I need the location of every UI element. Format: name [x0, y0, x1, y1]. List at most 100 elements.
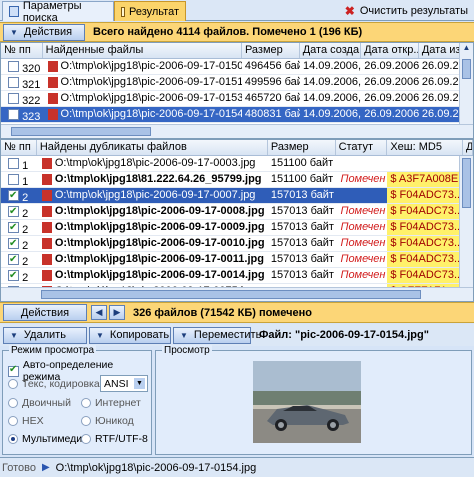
- table-row[interactable]: 323 O:\tmp\ok\jpg18\pic-2006-09-17-0154.j…: [1, 107, 473, 123]
- rtf-radio[interactable]: RTF/UTF-8: [81, 433, 148, 445]
- found-horizontal-scrollbar[interactable]: [1, 124, 473, 138]
- row-checkbox[interactable]: [8, 109, 19, 120]
- table-row[interactable]: 2 O:\tmp\ok\jpg18\pic-2006-09-17-0011.jpg…: [1, 252, 473, 268]
- jpg-file-icon: [41, 270, 52, 281]
- tab-search-params[interactable]: Параметры поиска: [2, 0, 114, 24]
- row-status: Помечен: [340, 269, 386, 281]
- binary-label: Двоичный: [22, 397, 71, 409]
- dup-horizontal-scrollbar[interactable]: [1, 287, 473, 301]
- col-num[interactable]: № пп: [1, 43, 43, 58]
- radio-icon: [81, 434, 91, 444]
- next-group-button[interactable]: ▶: [109, 305, 125, 320]
- col-found-files[interactable]: Найденные файлы: [43, 43, 242, 58]
- move-button[interactable]: ▼ Переместить: [173, 326, 261, 344]
- unicode-radio[interactable]: Юникод: [81, 415, 134, 427]
- row-size: 157013 байт: [270, 205, 334, 217]
- row-checkbox[interactable]: [8, 93, 19, 104]
- row-checkbox[interactable]: [8, 188, 19, 203]
- scroll-thumb[interactable]: [462, 158, 471, 208]
- scroll-thumb[interactable]: [41, 290, 421, 299]
- file-toolbar: ▼ Удалить ▼ Копировать ▼ Переместить Фай…: [0, 324, 474, 346]
- scroll-thumb[interactable]: [11, 127, 151, 136]
- col-status[interactable]: Статут: [336, 140, 388, 155]
- copy-button[interactable]: ▼ Копировать: [89, 326, 171, 344]
- col-created[interactable]: Дата созда...: [300, 43, 362, 58]
- row-hash: [387, 156, 463, 171]
- col-num[interactable]: № пп: [1, 140, 37, 155]
- table-row[interactable]: 2 O:\tmp\ok\jpg18\pic-2006-09-17-0010.jpg…: [1, 236, 473, 252]
- row-size: 157013 байт: [270, 189, 334, 201]
- text-encoding-radio[interactable]: Текс, кодировка: [8, 378, 100, 390]
- dup-vertical-scrollbar[interactable]: [459, 156, 473, 288]
- row-status: Помечен: [340, 253, 386, 265]
- row-num-cell: 2: [1, 252, 37, 267]
- rtf-label: RTF/UTF-8: [95, 433, 148, 445]
- dup-actions-button[interactable]: Действия: [3, 304, 87, 321]
- row-checkbox[interactable]: [8, 174, 19, 185]
- row-opened: 26.09.2006,...: [364, 108, 419, 120]
- row-num-cell: 2: [1, 220, 37, 235]
- col-size[interactable]: Размер: [242, 43, 300, 58]
- results-icon: [121, 6, 125, 17]
- table-row[interactable]: 2 O:\tmp\ok\jpg18\pic-2006-09-17-0014.jpg…: [1, 268, 473, 284]
- row-num-cell: 2: [1, 204, 37, 219]
- row-num: 322: [22, 95, 41, 106]
- row-status: Помечен: [340, 205, 386, 217]
- delete-button[interactable]: ▼ Удалить: [3, 326, 87, 344]
- col-d[interactable]: Д: [463, 140, 473, 155]
- actions-dropdown[interactable]: ▼ Действия: [3, 23, 85, 41]
- table-row[interactable]: 320 O:\tmp\ok\jpg18\pic-2006-09-17-0150.j…: [1, 59, 473, 75]
- chevron-down-icon: ▼: [180, 330, 188, 340]
- table-row[interactable]: 1 O:\tmp\ok\jpg18\pic-2006-09-17-0003.jpg…: [1, 156, 473, 172]
- encoding-select[interactable]: ANSI ▼: [100, 375, 148, 392]
- col-duplicates[interactable]: Найдены дубликаты файлов: [37, 140, 268, 155]
- hex-label: HEX: [22, 415, 44, 427]
- row-file-name: O:\tmp\ok\jpg18\pic-2006-09-17-0008.jpg: [54, 205, 265, 217]
- row-size: 499596 байт: [244, 76, 300, 88]
- multimedia-radio[interactable]: Мультимедиа: [8, 433, 88, 445]
- row-file-cell: O:\tmp\ok\jpg18\81.222.64.26_95799.jpg: [37, 172, 268, 187]
- row-file-name: O:\tmp\ok\jpg18\pic-2006-09-17-0154.jpg: [60, 108, 242, 120]
- unicode-label: Юникод: [95, 415, 134, 427]
- row-num-cell: 1: [1, 156, 37, 171]
- clear-results-button[interactable]: ✖ Очистить результаты: [341, 1, 472, 20]
- found-vertical-scrollbar[interactable]: ▲: [459, 43, 473, 125]
- row-checkbox[interactable]: [8, 61, 19, 72]
- row-file-name: O:\tmp\ok\jpg18\pic-2006-09-17-0150.jpg: [60, 60, 242, 72]
- row-hash: $ F04ADC73...: [387, 204, 464, 219]
- actions-label: Действия: [23, 26, 73, 38]
- arrow-right-icon: ▶: [113, 307, 121, 317]
- tab-results[interactable]: Результат: [114, 1, 186, 21]
- delete-label: Удалить: [23, 329, 66, 341]
- table-row[interactable]: 2 O:\tmp\ok\jpg18\pic-2006-09-17-0008.jpg…: [1, 204, 473, 220]
- col-hash[interactable]: Хеш: MD5: [387, 140, 464, 155]
- multimedia-label: Мультимедиа: [22, 433, 88, 445]
- row-checkbox[interactable]: [8, 236, 19, 251]
- row-num-cell: 323: [1, 107, 43, 122]
- binary-radio[interactable]: Двоичный: [8, 397, 71, 409]
- row-created: 14.09.2006,...: [302, 108, 362, 120]
- table-row[interactable]: 2 O:\tmp\ok\jpg18\pic-2006-09-17-0009.jpg…: [1, 220, 473, 236]
- row-checkbox[interactable]: [8, 220, 19, 235]
- scroll-up-icon[interactable]: ▲: [460, 43, 473, 57]
- chevron-down-icon: ▼: [10, 330, 18, 340]
- row-checkbox[interactable]: [8, 204, 19, 219]
- row-checkbox[interactable]: [8, 252, 19, 267]
- search-params-icon: [9, 6, 19, 17]
- found-actions-bar: ▼ Действия Всего найдено 4114 файлов. По…: [0, 22, 474, 42]
- play-icon[interactable]: ▶: [42, 462, 50, 473]
- scroll-thumb[interactable]: [462, 59, 471, 79]
- table-row[interactable]: 1 O:\tmp\ok\jpg18\81.222.64.26_95799.jpg 1…: [1, 172, 473, 188]
- prev-group-button[interactable]: ◀: [91, 305, 107, 320]
- row-checkbox[interactable]: [8, 268, 19, 283]
- col-opened[interactable]: Дата откр...: [361, 43, 419, 58]
- table-row[interactable]: 322 O:\tmp\ok\jpg18\pic-2006-09-17-0153.j…: [1, 91, 473, 107]
- col-size[interactable]: Размер: [268, 140, 336, 155]
- table-row[interactable]: 2 O:\tmp\ok\jpg18\pic-2006-09-17-0007.jpg…: [1, 188, 473, 204]
- jpg-file-icon: [47, 61, 58, 72]
- table-row[interactable]: 321 O:\tmp\ok\jpg18\pic-2006-09-17-0151.j…: [1, 75, 473, 91]
- internet-radio[interactable]: Интернет: [81, 397, 141, 409]
- row-checkbox[interactable]: [8, 77, 19, 88]
- row-checkbox[interactable]: [8, 158, 19, 169]
- hex-radio[interactable]: HEX: [8, 415, 44, 427]
